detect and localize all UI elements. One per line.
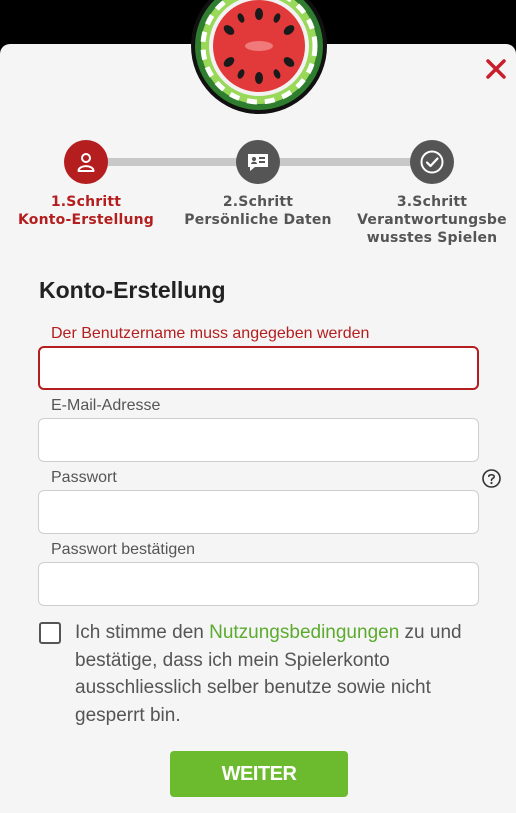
username-error-message: Der Benutzername muss angegeben werden <box>51 325 370 342</box>
step-1-label: 1.Schritt Konto-Erstellung <box>17 194 155 228</box>
step-2-label: 2.Schritt Persönliche Daten <box>184 194 332 228</box>
step-1: 1.Schritt Konto-Erstellung <box>6 140 166 229</box>
watermelon-logo <box>191 0 327 114</box>
step-3: 3.Schritt Verantwortungsbe wusstes Spiel… <box>352 140 512 247</box>
close-button[interactable] <box>479 52 513 86</box>
password-confirm-input[interactable] <box>38 562 479 606</box>
terms-text: Ich stimme den Nutzungsbedingungen zu un… <box>75 622 462 726</box>
terms-checkbox[interactable] <box>39 622 61 644</box>
email-label: E-Mail-Adresse <box>51 397 161 414</box>
form-title: Konto-Erstellung <box>39 277 226 303</box>
help-icon[interactable] <box>482 469 501 488</box>
step-2: 2.Schritt Persönliche Daten <box>178 140 338 229</box>
terms-link[interactable]: Nutzungsbedingungen <box>209 622 399 643</box>
step-2-badge <box>236 140 280 184</box>
step-3-label: 3.Schritt Verantwortungsbe wusstes Spiel… <box>357 194 507 246</box>
password-confirm-label: Passwort bestätigen <box>51 541 196 558</box>
user-icon <box>77 153 95 172</box>
password-label: Passwort <box>51 469 117 486</box>
password-input[interactable] <box>38 490 479 534</box>
id-card-icon <box>248 154 268 171</box>
weiter-button[interactable]: WEITER <box>170 751 348 797</box>
registration-stepper: 1.Schritt Konto-Erstellung 2.Schritt Per… <box>0 140 516 260</box>
username-input[interactable] <box>38 346 479 390</box>
check-icon <box>420 150 444 174</box>
step-3-badge <box>410 140 454 184</box>
close-icon <box>486 59 506 79</box>
step-1-badge <box>64 140 108 184</box>
email-input[interactable] <box>38 418 479 462</box>
